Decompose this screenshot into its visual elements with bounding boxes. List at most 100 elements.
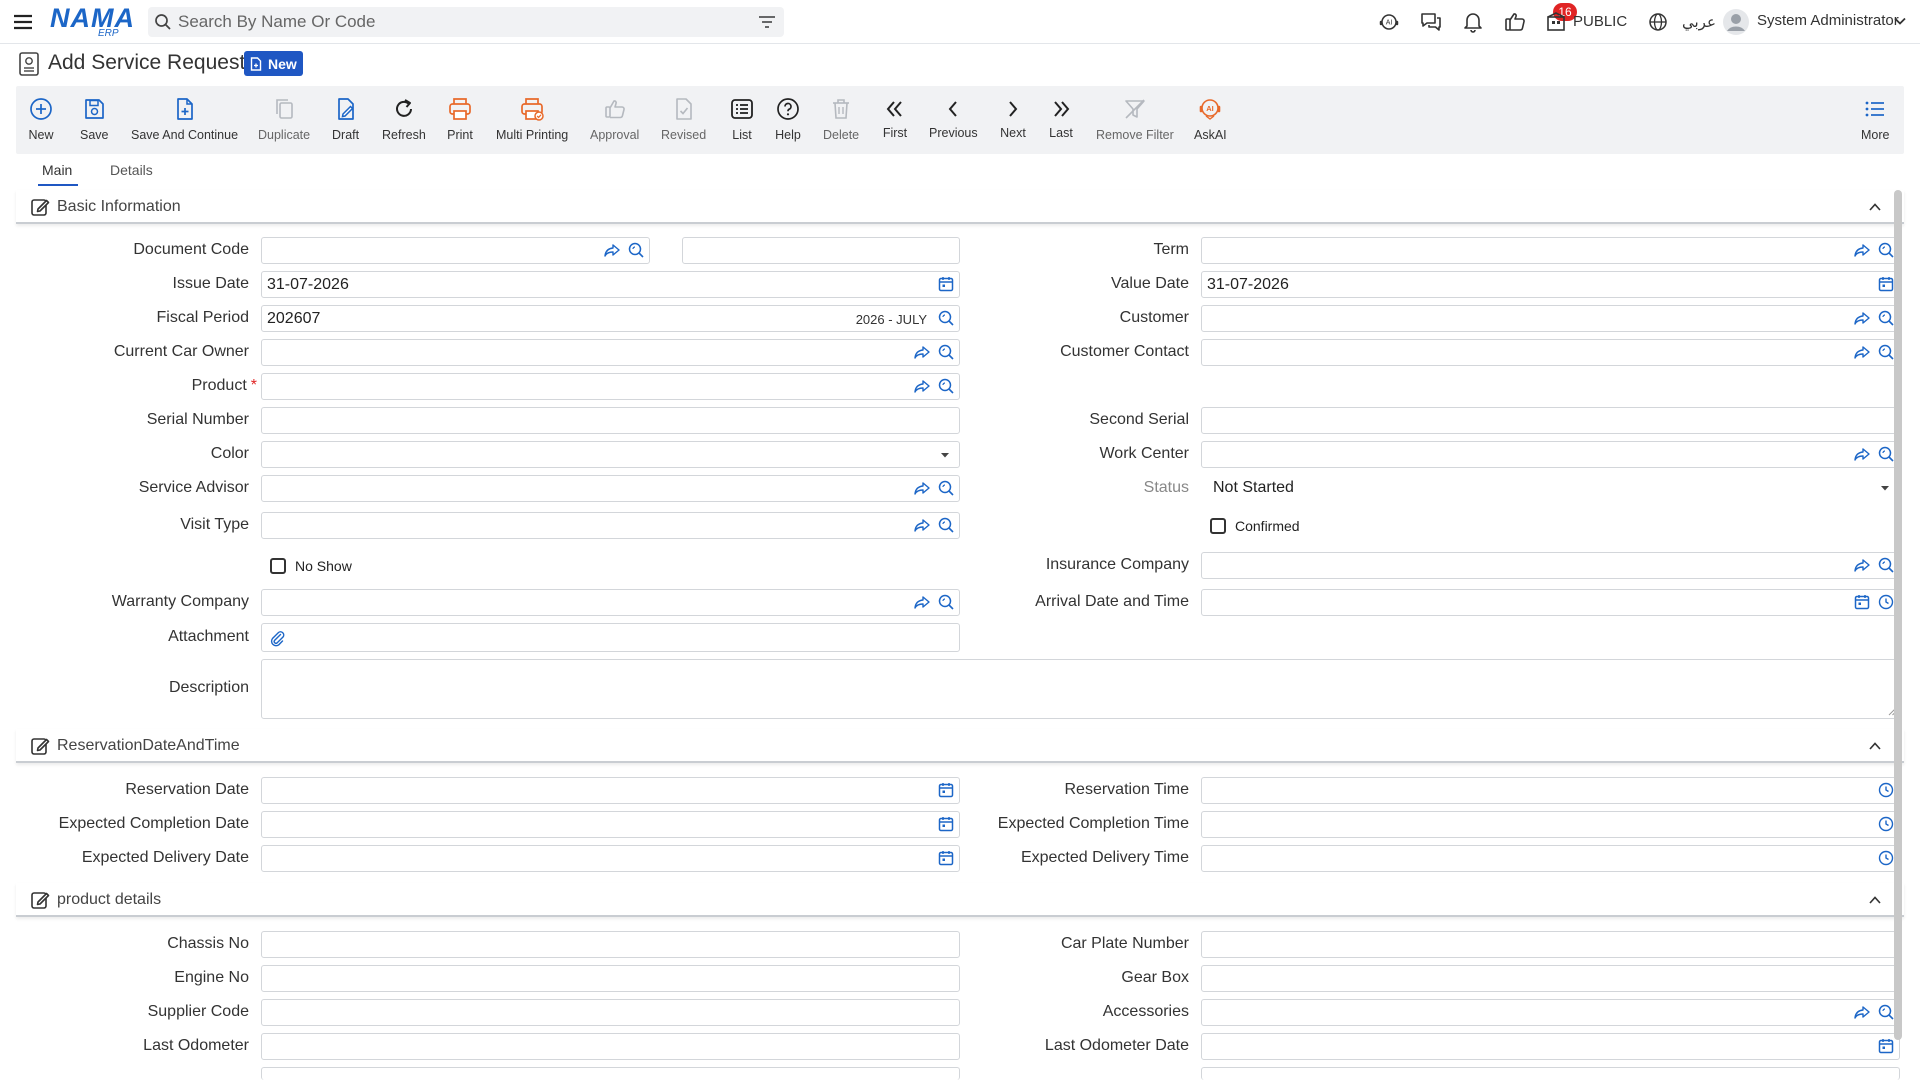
tab-details[interactable]: Details xyxy=(110,162,153,178)
avatar[interactable] xyxy=(1722,8,1750,36)
description-textarea[interactable] xyxy=(261,659,1900,719)
accessories-input[interactable] xyxy=(1201,999,1900,1026)
askai-button[interactable]: AI AskAI xyxy=(1194,86,1227,154)
lookup-icon[interactable] xyxy=(937,377,955,395)
expected-delivery-date-input[interactable] xyxy=(261,845,960,872)
tab-main[interactable]: Main xyxy=(42,162,72,178)
lookup-icon[interactable] xyxy=(937,593,955,611)
document-code-extra-input[interactable] xyxy=(682,237,960,264)
chevron-up-icon[interactable] xyxy=(1868,739,1882,753)
share-icon[interactable] xyxy=(913,593,931,611)
duplicate-button[interactable]: Duplicate xyxy=(258,86,310,154)
refresh-button[interactable]: Refresh xyxy=(382,86,426,154)
previous-button[interactable]: Previous xyxy=(929,86,978,154)
arrival-date-time-input[interactable] xyxy=(1201,589,1900,616)
chat-icon[interactable] xyxy=(1419,10,1443,34)
more-button[interactable]: More xyxy=(1861,86,1889,154)
current-car-owner-input[interactable] xyxy=(261,339,960,366)
calendar-icon[interactable] xyxy=(937,275,955,293)
calendar-icon[interactable] xyxy=(937,849,955,867)
color-select[interactable] xyxy=(261,441,960,468)
share-icon[interactable] xyxy=(1853,1003,1871,1021)
value-date-input[interactable]: 31-07-2026 xyxy=(1201,271,1900,298)
next-row-input-right[interactable] xyxy=(1201,1067,1900,1080)
save-button[interactable]: Save xyxy=(80,86,109,154)
serial-number-input[interactable] xyxy=(261,407,960,434)
menu-icon[interactable] xyxy=(12,11,34,33)
calendar-icon[interactable] xyxy=(1853,593,1871,611)
share-icon[interactable] xyxy=(913,516,931,534)
lookup-icon[interactable] xyxy=(627,241,645,259)
expected-completion-time-input[interactable] xyxy=(1201,811,1900,838)
clock-icon[interactable] xyxy=(1877,815,1895,833)
scrollbar[interactable] xyxy=(1894,190,1902,1040)
calendar-icon[interactable] xyxy=(937,781,955,799)
save-and-continue-button[interactable]: Save And Continue xyxy=(131,86,238,154)
print-button[interactable]: Print xyxy=(447,86,473,154)
supplier-code-input[interactable] xyxy=(261,999,960,1026)
help-button[interactable]: Help xyxy=(775,86,801,154)
user-name[interactable]: System Administrator xyxy=(1757,12,1899,29)
share-icon[interactable] xyxy=(913,343,931,361)
revised-button[interactable]: Revised xyxy=(661,86,706,154)
share-icon[interactable] xyxy=(1853,343,1871,361)
fiscal-period-input[interactable]: 202607 2026 - JULY xyxy=(261,305,960,332)
lookup-icon[interactable] xyxy=(937,309,955,327)
term-input[interactable] xyxy=(1201,237,1900,264)
lookup-icon[interactable] xyxy=(1877,556,1895,574)
share-icon[interactable] xyxy=(603,241,621,259)
status-select[interactable]: Not Started xyxy=(1213,479,1294,497)
lookup-icon[interactable] xyxy=(1877,241,1895,259)
second-serial-input[interactable] xyxy=(1201,407,1900,434)
list-button[interactable]: List xyxy=(729,86,755,154)
paperclip-icon[interactable] xyxy=(268,629,286,647)
lookup-icon[interactable] xyxy=(937,516,955,534)
nama-erp-logo[interactable]: NAMA ERP xyxy=(50,4,134,39)
customer-input[interactable] xyxy=(1201,305,1900,332)
multi-printing-button[interactable]: Multi Printing xyxy=(496,86,568,154)
customer-contact-input[interactable] xyxy=(1201,339,1900,366)
share-icon[interactable] xyxy=(1853,309,1871,327)
share-icon[interactable] xyxy=(1853,445,1871,463)
product-details-header[interactable]: product details xyxy=(16,883,1904,917)
clock-icon[interactable] xyxy=(1877,781,1895,799)
next-row-input[interactable] xyxy=(261,1067,960,1080)
last-button[interactable]: Last xyxy=(1048,86,1074,154)
clock-icon[interactable] xyxy=(1877,593,1895,611)
last-odometer-input[interactable] xyxy=(261,1033,960,1060)
reservation-header[interactable]: ReservationDateAndTime xyxy=(16,729,1904,763)
lookup-icon[interactable] xyxy=(937,343,955,361)
work-center-input[interactable] xyxy=(1201,441,1900,468)
last-odometer-date-input[interactable] xyxy=(1201,1033,1900,1060)
service-advisor-input[interactable] xyxy=(261,475,960,502)
reservation-date-input[interactable] xyxy=(261,777,960,804)
lookup-icon[interactable] xyxy=(1877,309,1895,327)
attachment-input[interactable] xyxy=(261,623,960,652)
expected-completion-date-input[interactable] xyxy=(261,811,960,838)
document-code-input[interactable] xyxy=(261,237,650,264)
share-icon[interactable] xyxy=(1853,241,1871,259)
engine-no-input[interactable] xyxy=(261,965,960,992)
expected-delivery-time-input[interactable] xyxy=(1201,845,1900,872)
new-button[interactable]: New xyxy=(28,86,54,154)
draft-button[interactable]: Draft xyxy=(332,86,359,154)
globe-icon[interactable] xyxy=(1648,12,1668,32)
filter-icon[interactable] xyxy=(758,14,776,30)
lookup-icon[interactable] xyxy=(1877,343,1895,361)
share-icon[interactable] xyxy=(913,377,931,395)
insurance-company-input[interactable] xyxy=(1201,552,1900,579)
share-icon[interactable] xyxy=(913,479,931,497)
branch-label[interactable]: PUBLIC xyxy=(1573,13,1627,30)
caret-down-icon[interactable] xyxy=(1879,482,1891,494)
ai-support-icon[interactable]: AI xyxy=(1377,10,1401,34)
first-button[interactable]: First xyxy=(882,86,908,154)
issue-date-input[interactable]: 31-07-2026 xyxy=(261,271,960,298)
product-input[interactable] xyxy=(261,373,960,400)
calendar-icon[interactable] xyxy=(1877,275,1895,293)
confirmed-checkbox[interactable] xyxy=(1210,518,1226,534)
bell-icon[interactable] xyxy=(1461,10,1485,34)
chevron-up-icon[interactable] xyxy=(1868,200,1882,214)
delete-button[interactable]: Delete xyxy=(823,86,859,154)
language-switch[interactable]: عربي xyxy=(1682,13,1716,31)
gear-box-input[interactable] xyxy=(1201,965,1900,992)
